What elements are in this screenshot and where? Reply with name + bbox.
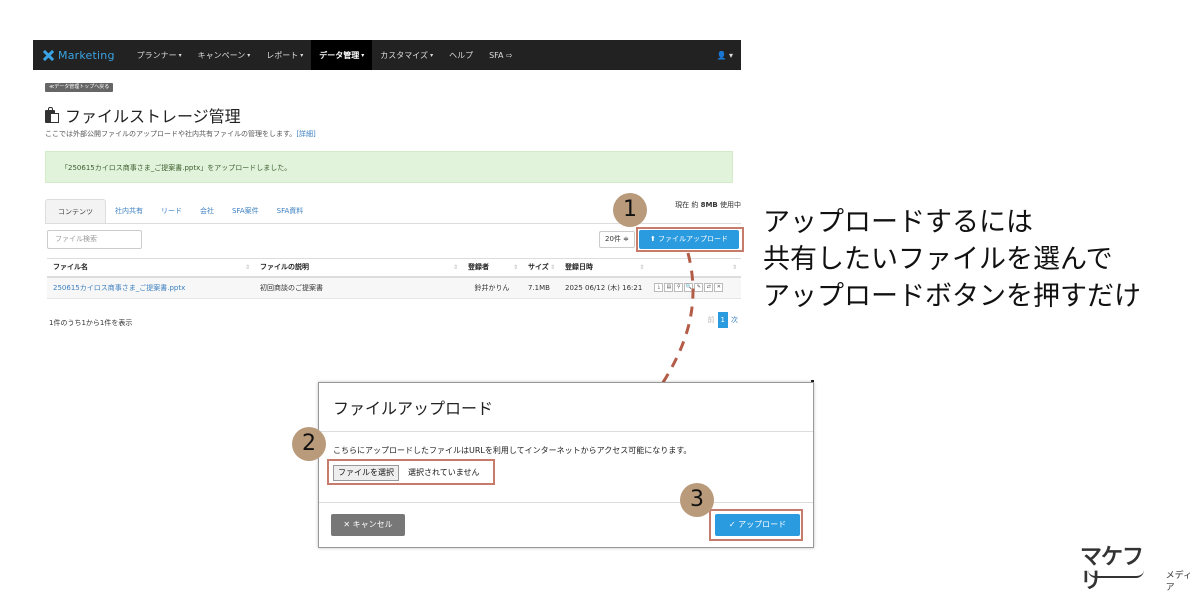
step-marker-1: 1 [613, 193, 647, 227]
instruction-callout: アップロードするには 共有したいファイルを選んで アップロードボタンを押すだけ [763, 204, 1141, 315]
step-marker-2: 2 [292, 427, 326, 461]
modal-upload-highlight [709, 509, 803, 541]
site-logo-sub: メディア [1165, 571, 1192, 593]
callout-line-1: アップロードするには [763, 207, 1033, 238]
modal-divider [319, 431, 813, 432]
site-logo-smile-mark [1088, 570, 1144, 578]
callout-line-3: アップロードボタンを押すだけ [763, 281, 1141, 312]
site-logo: マケフリ メディア [1080, 546, 1200, 594]
callout-line-2: 共有したいファイルを選んで [763, 244, 1113, 275]
step-marker-3: 3 [680, 483, 714, 517]
cancel-button[interactable]: ✕ キャンセル [331, 514, 405, 536]
file-input-highlight [327, 459, 495, 485]
modal-title: ファイルアップロード [333, 399, 494, 418]
modal-footer-divider [319, 502, 813, 503]
modal-message: こちらにアップロードしたファイルはURLを利用してインターネットからアクセス可能… [333, 446, 692, 455]
